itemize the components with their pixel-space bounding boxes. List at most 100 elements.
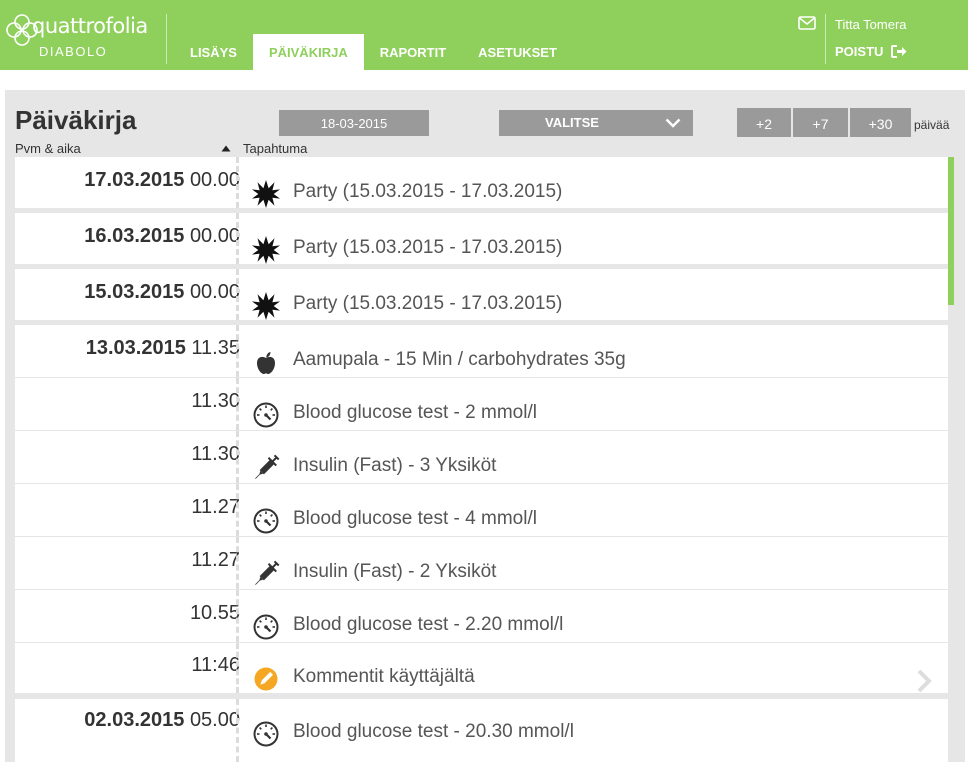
diary-entry-row[interactable]: 11.30 Blood glucose test - 2 mmol/l xyxy=(15,378,948,430)
gauge-icon xyxy=(251,719,281,749)
logo[interactable]: quattrofolia DIABOLO xyxy=(4,10,164,64)
entry-time: 11.30 xyxy=(191,443,240,465)
column-separator xyxy=(236,378,239,430)
column-separator xyxy=(236,269,239,320)
column-separator xyxy=(236,643,239,693)
column-separator xyxy=(236,484,239,536)
plus-30-days-button[interactable]: +30 xyxy=(850,108,911,137)
entry-description: Aamupala - 15 Min / carbohydrates 35g xyxy=(293,349,626,370)
syringe-icon xyxy=(251,453,281,483)
column-separator xyxy=(236,699,239,762)
entry-time: 11.35 xyxy=(191,337,240,359)
column-separator xyxy=(236,537,239,589)
entry-time: 11.27 xyxy=(191,496,240,518)
entry-description: Party (15.03.2015 - 17.03.2015) xyxy=(293,181,563,202)
entry-time: 00.00 xyxy=(189,281,240,303)
select-dropdown[interactable]: VALITSE xyxy=(499,110,693,136)
column-separator xyxy=(236,213,239,264)
party-icon xyxy=(251,179,281,209)
entry-date: 17.03.2015 xyxy=(84,169,185,191)
diary-entry-row[interactable]: 16.03.2015 00.00 Party (15.03.2015 - 17.0… xyxy=(15,213,948,264)
header-divider-user xyxy=(825,14,826,64)
diary-entry-row[interactable]: 11.27 Insulin (Fast) - 2 Yksiköt xyxy=(15,537,948,589)
plus-2-days-button[interactable]: +2 xyxy=(737,108,791,137)
entry-datetime: 16.03.2015 00.00 xyxy=(84,225,240,248)
syringe-icon xyxy=(251,559,281,589)
entry-datetime: 11.30 xyxy=(191,443,240,466)
entry-datetime: 13.03.2015 11.35 xyxy=(86,337,240,360)
main-nav: LISÄYS PÄIVÄKIRJA RAPORTIT ASETUKSET xyxy=(174,34,573,70)
gauge-icon xyxy=(251,400,281,430)
logout-icon xyxy=(891,45,907,58)
gauge-icon xyxy=(251,612,281,642)
pencil-icon xyxy=(251,664,281,694)
entry-description: Insulin (Fast) - 2 Yksiköt xyxy=(293,561,497,582)
entry-time: 00.00 xyxy=(189,169,240,191)
diary-entry-row[interactable]: 02.03.2015 05.00 Blood glucose test - 20.… xyxy=(15,699,948,762)
entry-description: Blood glucose test - 2 mmol/l xyxy=(293,402,537,423)
entry-description: Kommentit käyttäjältä xyxy=(293,666,475,687)
entry-time: 11.27 xyxy=(191,549,240,571)
apple-icon xyxy=(251,347,281,377)
column-header-datetime[interactable]: Pvm & aika xyxy=(15,141,81,156)
logout-label: POISTU xyxy=(835,44,884,59)
days-unit-label: päivää xyxy=(914,118,950,132)
diary-entry-row[interactable]: 11.30 Insulin (Fast) - 3 Yksiköt xyxy=(15,431,948,483)
diary-entry-row[interactable]: 13.03.2015 11.35 Aamupala - 15 Min / carb… xyxy=(15,325,948,377)
chevron-right-icon[interactable] xyxy=(915,668,933,694)
logo-text: quattrofolia xyxy=(32,14,148,38)
entry-time: 10.55 xyxy=(189,602,240,624)
entry-datetime: 11.30 xyxy=(191,390,240,413)
entry-date: 13.03.2015 xyxy=(85,337,186,359)
diary-entry-row[interactable]: 11:46 Kommentit käyttäjältä xyxy=(15,643,948,693)
diary-list: 17.03.2015 00.00 Party (15.03.2015 - 17.0… xyxy=(15,157,948,762)
column-separator xyxy=(236,590,239,642)
column-header-event[interactable]: Tapahtuma xyxy=(243,141,307,156)
date-picker-button[interactable]: 18-03-2015 xyxy=(279,110,429,136)
logo-subtitle: DIABOLO xyxy=(39,44,108,59)
entry-description: Blood glucose test - 4 mmol/l xyxy=(293,508,537,529)
entry-description: Blood glucose test - 20.30 mmol/l xyxy=(293,721,574,742)
entry-datetime: 10.55 xyxy=(190,602,240,625)
entry-time: 05.00 xyxy=(189,709,240,731)
entry-description: Party (15.03.2015 - 17.03.2015) xyxy=(293,293,563,314)
user-name: Titta Tomera xyxy=(835,17,907,32)
entry-description: Blood glucose test - 2.20 mmol/l xyxy=(293,614,564,635)
mail-icon[interactable] xyxy=(798,16,816,30)
entry-description: Insulin (Fast) - 3 Yksiköt xyxy=(293,455,497,476)
tab-asetukset[interactable]: ASETUKSET xyxy=(462,34,573,70)
diary-entry-row[interactable]: 11.27 Blood glucose test - 4 mmol/l xyxy=(15,484,948,536)
entry-datetime: 11:46 xyxy=(191,654,240,677)
tab-raportit[interactable]: RAPORTIT xyxy=(364,34,462,70)
entry-datetime: 11.27 xyxy=(191,549,240,572)
party-icon xyxy=(251,235,281,265)
logout-button[interactable]: POISTU xyxy=(835,44,907,59)
column-separator xyxy=(236,157,239,208)
entry-date: 15.03.2015 xyxy=(84,281,185,303)
scrollbar-thumb[interactable] xyxy=(948,157,954,305)
entry-datetime: 11.27 xyxy=(191,496,240,519)
page-title: Päiväkirja xyxy=(15,105,137,135)
entry-datetime: 17.03.2015 00.00 xyxy=(84,169,240,192)
gauge-icon xyxy=(251,506,281,536)
party-icon xyxy=(251,291,281,321)
entry-date: 16.03.2015 xyxy=(84,225,185,247)
entry-datetime: 02.03.2015 05.00 xyxy=(84,709,240,732)
column-separator xyxy=(236,431,239,483)
entry-datetime: 15.03.2015 00.00 xyxy=(84,281,240,304)
diary-entry-row[interactable]: 10.55 Blood glucose test - 2.20 mmol/l xyxy=(15,590,948,642)
diary-entry-row[interactable]: 15.03.2015 00.00 Party (15.03.2015 - 17.0… xyxy=(15,269,948,320)
header-divider xyxy=(166,14,167,64)
select-dropdown-label: VALITSE xyxy=(545,115,599,130)
plus-7-days-button[interactable]: +7 xyxy=(793,108,848,137)
entry-description: Party (15.03.2015 - 17.03.2015) xyxy=(293,237,563,258)
entry-time: 00.00 xyxy=(189,225,240,247)
tab-paivakirja[interactable]: PÄIVÄKIRJA xyxy=(252,34,364,70)
entry-time: 11.30 xyxy=(191,390,240,412)
entry-date: 02.03.2015 xyxy=(84,709,185,731)
column-separator xyxy=(236,325,239,377)
sort-ascending-icon[interactable] xyxy=(221,145,231,152)
tab-lisays[interactable]: LISÄYS xyxy=(174,34,253,70)
top-header: quattrofolia DIABOLO LISÄYS PÄIVÄKIRJA R… xyxy=(0,0,968,70)
diary-entry-row[interactable]: 17.03.2015 00.00 Party (15.03.2015 - 17.0… xyxy=(15,157,948,208)
